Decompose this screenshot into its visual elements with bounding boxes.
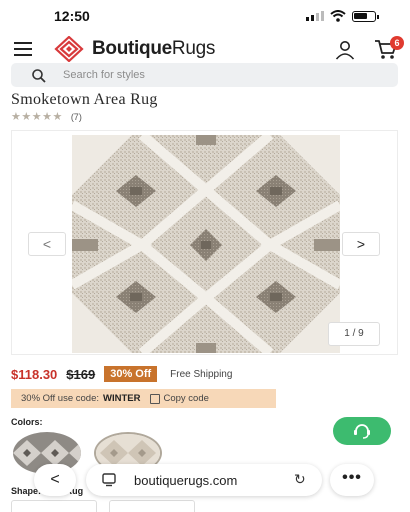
product-page: 12:50 BoutiqueRugs 6 Search for styles S… — [0, 0, 410, 512]
signal-icon — [306, 11, 324, 21]
menu-icon[interactable] — [14, 42, 32, 56]
chat-button[interactable] — [333, 417, 391, 445]
product-gallery: < > 1 / 9 — [11, 130, 398, 355]
copy-code-button[interactable]: Copy code — [150, 393, 209, 404]
status-icons — [306, 10, 379, 22]
search-input[interactable] — [63, 66, 363, 84]
logo-text: BoutiqueRugs — [92, 38, 215, 60]
search-bar — [11, 63, 398, 87]
site-header: BoutiqueRugs — [0, 34, 410, 64]
price-row: $118.30 $169 30% Off Free Shipping — [11, 366, 232, 382]
browser-toolbar: < boutiquerugs.com ↻ ••• — [34, 462, 377, 498]
wifi-icon — [330, 10, 346, 22]
review-count: (7) — [70, 111, 82, 122]
browser-address-bar[interactable]: boutiquerugs.com ↻ — [86, 464, 322, 496]
chat-icon — [354, 424, 370, 439]
logo-text-light: Rugs — [171, 38, 216, 59]
shipping-label: Free Shipping — [170, 368, 233, 380]
site-logo[interactable]: BoutiqueRugs — [54, 36, 215, 62]
browser-url: boutiquerugs.com — [134, 473, 238, 488]
browser-back-button[interactable]: < — [34, 464, 76, 496]
logo-text-bold: Boutique — [92, 38, 172, 59]
search-icon — [32, 69, 46, 83]
colors-label: Colors: — [11, 417, 43, 427]
shape-options — [11, 500, 195, 512]
battery-icon — [352, 10, 379, 22]
promo-banner: 30% Off use code: WINTER Copy code — [11, 389, 276, 408]
status-time: 12:50 — [54, 8, 90, 24]
cart-count-badge: 6 — [390, 36, 404, 50]
promo-text: 30% Off use code: — [21, 393, 99, 404]
product-rating[interactable]: ★★★★★ (7) — [11, 110, 82, 123]
status-bar: 12:50 — [0, 0, 410, 30]
copy-code-label: Copy code — [163, 393, 209, 404]
sale-price: $118.30 — [11, 366, 58, 382]
rug-image[interactable] — [72, 135, 340, 353]
promo-code: WINTER — [103, 393, 141, 404]
product-title: Smoketown Area Rug — [11, 91, 158, 108]
gallery-counter: 1 / 9 — [328, 322, 380, 346]
rating-stars: ★★★★★ — [11, 111, 63, 123]
tabs-icon[interactable] — [102, 473, 116, 487]
original-price: $169 — [66, 366, 96, 382]
copy-icon — [150, 393, 161, 404]
browser-more-button[interactable]: ••• — [330, 464, 374, 496]
shape-option[interactable] — [109, 500, 195, 512]
discount-badge: 30% Off — [104, 366, 158, 382]
logo-icon — [54, 36, 84, 62]
user-icon[interactable] — [334, 40, 356, 60]
gallery-next-button[interactable]: > — [342, 232, 380, 256]
shape-option[interactable] — [11, 500, 97, 512]
reload-icon[interactable]: ↻ — [294, 471, 306, 488]
gallery-prev-button[interactable]: < — [28, 232, 66, 256]
